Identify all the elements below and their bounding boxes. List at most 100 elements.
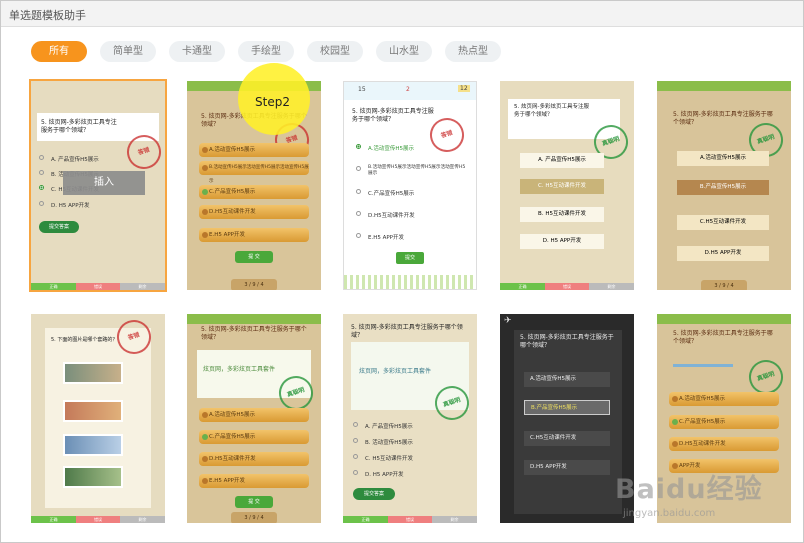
title-bar: 单选题模板助手 (1, 1, 803, 27)
option-a[interactable]: A.活动宣传H5展示 (524, 372, 610, 387)
banner-text: 炫页网，多彩炫页工具套件 (203, 366, 276, 373)
score-bar: 正确 错误 剩余 (31, 283, 165, 290)
fence (344, 275, 476, 289)
question-panel: 5. 下面的图片是哪个套路的？ (45, 328, 151, 508)
option-d[interactable]: D.H5 APP开发 (677, 246, 769, 261)
watermark-logo: Baidu经验 (615, 474, 763, 505)
option-d[interactable]: D. H5 APP开发 (51, 201, 90, 209)
tab-all[interactable]: 所有 (31, 41, 87, 62)
banknote-image-2[interactable] (63, 400, 123, 422)
banknote-image-3[interactable] (63, 434, 123, 456)
submit-button[interactable]: 提交答案 (353, 488, 395, 500)
template-card-9[interactable]: ✈ 5. 炫页网-多彩炫页工具专注服务于哪个领域？ A.活动宣传H5展示 B.产… (500, 314, 634, 523)
radio-c[interactable] (356, 189, 361, 194)
option-c[interactable]: C.产品宣传H5展示 (669, 415, 779, 429)
radio-d[interactable] (356, 211, 361, 216)
option-c[interactable]: C. H5互动课件开发 (520, 179, 604, 194)
plane-icon: ✈ (504, 316, 512, 326)
tab-simple[interactable]: 简单型 (100, 41, 156, 62)
template-card-8[interactable]: 5. 炫页网-多彩炫页工具专注服务于哪个领域？ 炫页网，多彩炫页工具套件 真聪明… (343, 314, 477, 523)
option-d[interactable]: D.H5互动课件开发 (669, 437, 779, 451)
radio-d[interactable] (39, 201, 44, 206)
option-c[interactable]: C. H5互动课件开发 (365, 454, 413, 462)
option-e[interactable]: E.H5 APP开发 (199, 228, 309, 242)
banknote-image-4[interactable] (63, 466, 123, 488)
score-correct: 正确 (31, 283, 76, 290)
score-bar: 正确 错误 剩余 (500, 283, 634, 290)
score-bar: 正确 错误 剩余 (343, 516, 477, 523)
option-d[interactable]: D.H5互动课件开发 (199, 205, 309, 219)
submit-button[interactable]: 提交 (396, 252, 424, 264)
timer-left: 15 (358, 86, 366, 93)
option-b[interactable]: B. H5互动课件开发 (520, 207, 604, 222)
top-leaves (657, 81, 791, 91)
option-a[interactable]: A. 产品宣传H5展示 (365, 422, 413, 430)
question-text: 5. 炫页网-多彩炫页工具专注服务于哪个领域？ (520, 334, 614, 349)
template-card-7[interactable]: 5. 炫页网-多彩炫页工具专注服务于哪个领域？ 炫页网，多彩炫页工具套件 真聪明… (187, 314, 321, 523)
radio-d[interactable] (353, 470, 358, 475)
option-a[interactable]: A.活动宣传H5展示 (199, 408, 309, 422)
option-a[interactable]: A.活动宣传H5展示 (669, 392, 779, 406)
pager: 3 / 9 / 4 (231, 279, 277, 290)
score-bar: 正确 错误 剩余 (31, 516, 165, 523)
watermark-url: jingyan.baidu.com (623, 508, 716, 519)
option-c[interactable]: C.产品宣传H5展示 (199, 430, 309, 444)
template-card-5[interactable]: 5. 炫页网-多彩炫页工具专注服务于哪个领域？ 真聪明 A.活动宣传H5展示 B… (657, 81, 791, 290)
question-text: 5. 炫页网-多彩炫页工具专注服务于哪个领域？ (673, 330, 773, 345)
timer-right: 12 (458, 85, 470, 92)
template-card-3[interactable]: 15 2 12 5. 炫页网-多彩炫页工具专注服务于哪个领域？ 答错 A.活动宣… (343, 81, 477, 290)
option-d[interactable]: D.H5互动课件开发 (199, 452, 309, 466)
option-d[interactable]: D.H5 APP开发 (524, 460, 610, 475)
radio-c[interactable] (353, 454, 358, 459)
banner-text: 炫页网，多彩炫页工具套件 (359, 368, 432, 375)
radio-a[interactable] (353, 422, 358, 427)
option-d[interactable]: D. H5 APP开发 (520, 234, 604, 249)
top-leaves (187, 314, 321, 324)
radio-b[interactable] (39, 170, 44, 175)
option-a[interactable]: A. 产品宣传H5展示 (520, 153, 604, 168)
option-d[interactable]: D. H5 APP开发 (365, 470, 404, 478)
radio-c[interactable] (39, 185, 44, 190)
option-a[interactable]: A. 产品宣传H5展示 (51, 155, 99, 163)
radio-a[interactable] (356, 144, 361, 149)
option-b[interactable]: B.活动宣传H5展示活动宣传H5展示活动宣传H5展示 (368, 164, 468, 176)
option-c[interactable]: C.产品宣传H5展示 (368, 189, 414, 197)
option-b[interactable]: B.活动宣传H5展示活动宣传H5展示活动宣传H5展示 (199, 161, 309, 184)
score-wrong: 错误 (388, 516, 432, 523)
option-a[interactable]: A.活动宣传H5展示 (677, 151, 769, 166)
banknote-image-1[interactable] (63, 362, 123, 384)
tab-hotspot[interactable]: 热点型 (445, 41, 501, 62)
submit-button[interactable]: 提交答案 (39, 221, 79, 233)
option-b[interactable]: B.产品宣传H5展示 (524, 400, 610, 415)
option-a[interactable]: A.活动宣传H5展示 (199, 143, 309, 157)
insert-overlay[interactable]: 插入 (63, 171, 145, 195)
option-d[interactable]: D.H5互动课件开发 (368, 211, 415, 219)
radio-a[interactable] (39, 155, 44, 160)
tab-landscape[interactable]: 山水型 (376, 41, 432, 62)
radio-b[interactable] (356, 166, 361, 171)
option-c[interactable]: C.产品宣传H5展示 (199, 185, 309, 199)
score-correct: 正确 (500, 283, 545, 290)
radio-b[interactable] (353, 438, 358, 443)
option-b[interactable]: B.产品宣传H5展示 (677, 180, 769, 195)
option-b[interactable]: B. 活动宣传H5展示 (365, 438, 413, 446)
option-e[interactable]: E.H5 APP开发 (199, 474, 309, 488)
tab-campus[interactable]: 校园型 (307, 41, 363, 62)
option-a[interactable]: A.活动宣传H5展示 (368, 144, 414, 152)
question-text: 5. 炫页网-多彩炫页工具专注服务于哪个领域？ (352, 108, 434, 123)
submit-button[interactable]: 提 交 (235, 496, 273, 508)
template-card-4[interactable]: 5. 炫页网-多彩炫页工具专注服务于哪个领域？ 真聪明 A. 产品宣传H5展示 … (500, 81, 634, 290)
score-correct: 正确 (31, 516, 76, 523)
radio-e[interactable] (356, 233, 361, 238)
question-text: 5. 炫页网-多彩炫页工具专注服务于哪个领域？ (351, 324, 463, 339)
app-window: 单选题模板助手 所有 简单型 卡通型 手绘型 校园型 山水型 热点型 5. 炫页… (0, 0, 804, 543)
option-c[interactable]: C.H5互动课件开发 (524, 431, 610, 446)
score-remaining: 剩余 (120, 283, 165, 290)
option-c[interactable]: C.H5互动课件开发 (677, 215, 769, 230)
option-e[interactable]: E.H5 APP开发 (368, 233, 404, 241)
progress-bar (673, 364, 733, 367)
template-card-6[interactable]: 5. 下面的图片是哪个套路的？ 答错 正确 错误 剩余 (31, 314, 165, 523)
submit-button[interactable]: 提 交 (235, 251, 273, 263)
tab-handdrawn[interactable]: 手绘型 (238, 41, 294, 62)
tab-cartoon[interactable]: 卡通型 (169, 41, 225, 62)
